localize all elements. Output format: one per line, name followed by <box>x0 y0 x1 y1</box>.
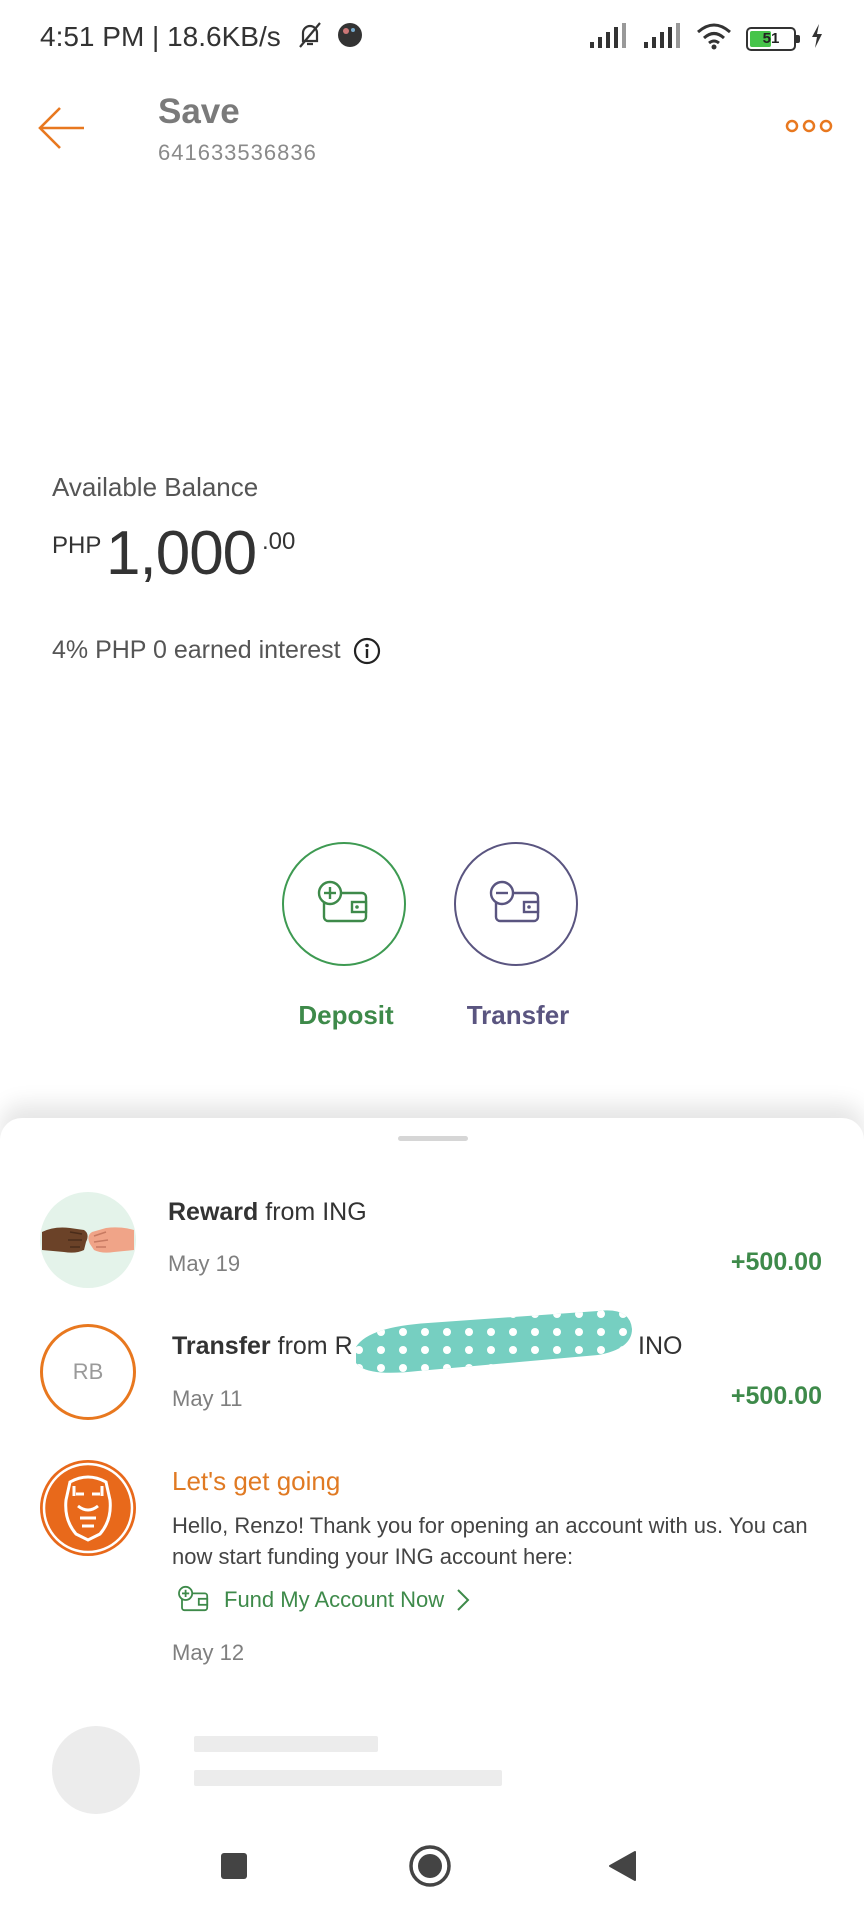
sheet-drag-handle[interactable] <box>398 1136 468 1141</box>
status-icons: 51 <box>588 22 824 55</box>
interest-row: 4% PHP 0 earned interest <box>52 636 381 665</box>
info-icon[interactable] <box>353 637 381 665</box>
transfer-button[interactable]: Transfer <box>454 842 582 1031</box>
nav-home-button[interactable] <box>400 1840 460 1892</box>
balance-cents: .00 <box>262 528 296 555</box>
wallet-plus-icon <box>178 1585 209 1612</box>
skeleton-line <box>194 1736 378 1752</box>
back-button[interactable] <box>34 100 90 156</box>
nav-back-button[interactable] <box>592 1840 652 1892</box>
ing-lion-logo <box>42 1462 134 1554</box>
fund-account-link[interactable]: Fund My Account Now <box>176 1585 470 1615</box>
deposit-circle[interactable] <box>282 842 406 966</box>
transaction-row-reward[interactable] <box>0 1180 864 1306</box>
charging-icon <box>810 23 824 54</box>
skeleton-line <box>194 1770 502 1786</box>
interest-text: 4% PHP 0 earned interest <box>52 636 341 664</box>
message-title: Let's get going <box>172 1466 341 1496</box>
ing-logo-avatar <box>40 1460 136 1556</box>
fund-account-link-label: Fund My Account Now <box>224 1587 445 1612</box>
deposit-button[interactable]: Deposit <box>282 842 410 1031</box>
transfer-label: Transfer <box>466 1000 570 1030</box>
deposit-label: Deposit <box>298 1000 394 1030</box>
wallet-plus-icon <box>317 880 368 923</box>
account-number: 641633536836 <box>158 140 317 165</box>
chevron-right-icon <box>457 1589 470 1611</box>
home-circle-icon <box>409 1845 451 1887</box>
balance-label: Available Balance <box>52 472 259 502</box>
balance-amount: 1,000 <box>106 519 257 588</box>
transaction-row-transfer[interactable] <box>0 1312 864 1440</box>
arrow-left-icon <box>38 107 84 149</box>
nav-recents-button[interactable] <box>204 1840 264 1892</box>
status-time-text: 4:51 PM | 18.6KB/s <box>40 20 281 52</box>
more-options-button[interactable] <box>784 106 834 146</box>
bell-muted-icon <box>295 20 325 57</box>
balance-currency: PHP <box>52 532 102 559</box>
square-icon <box>221 1853 247 1879</box>
wifi-icon <box>696 22 732 55</box>
message-body: Hello, Renzo! Thank you for opening an a… <box>172 1513 808 1569</box>
back-triangle-icon <box>609 1851 636 1881</box>
wallet-minus-icon <box>489 880 540 923</box>
battery-level: 51 <box>762 29 780 47</box>
transfer-circle[interactable] <box>454 842 578 966</box>
app-notification-icon <box>336 21 364 56</box>
signal-icon-2 <box>642 23 682 54</box>
signal-icon <box>588 23 628 54</box>
skeleton-avatar <box>52 1726 140 1814</box>
more-dots-icon <box>785 119 833 133</box>
status-time: 4:51 PM | 18.6KB/s <box>40 20 364 57</box>
battery-icon: 51 <box>746 26 800 51</box>
page-title: Save <box>158 92 240 131</box>
message-date: May 12 <box>172 1640 245 1665</box>
